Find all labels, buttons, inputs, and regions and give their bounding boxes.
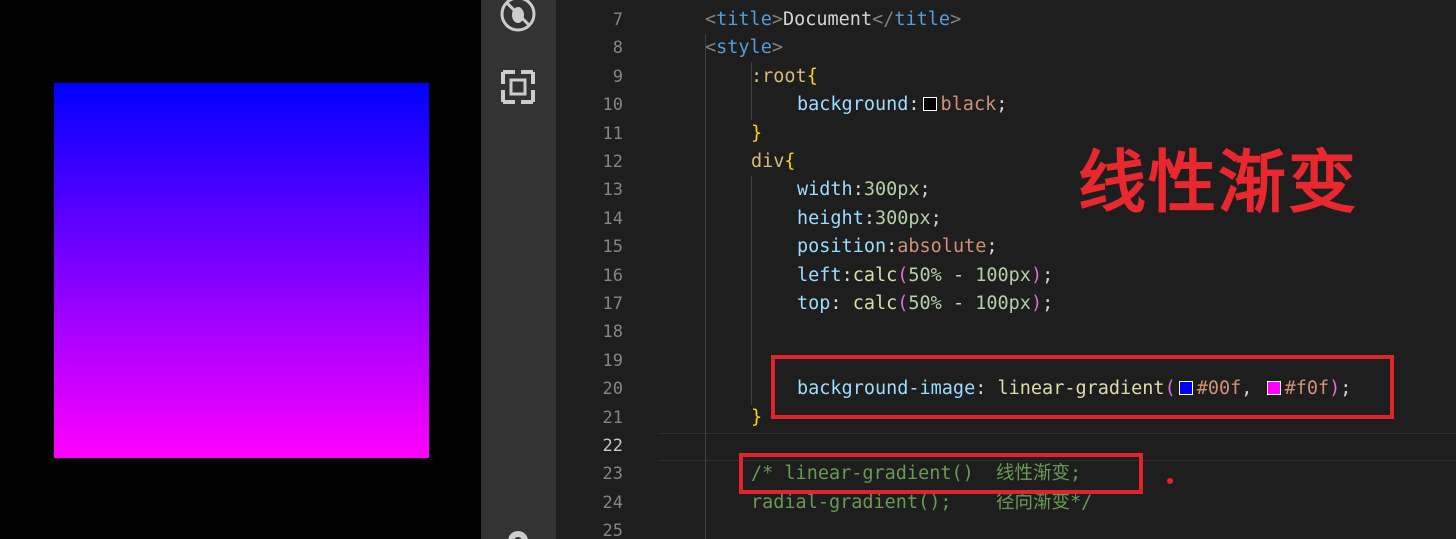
code-line[interactable]: left:calc(50% - 100px); [797, 262, 1053, 290]
no-bugs-icon[interactable] [499, 0, 537, 33]
code-token: : [863, 207, 875, 229]
code-token: title [894, 9, 951, 30]
code-token: </ [872, 9, 895, 30]
activity-bar [481, 0, 556, 539]
annotation-title: 线性渐变 [1078, 144, 1359, 223]
code-token: ; [930, 207, 942, 229]
gradient-square [54, 83, 429, 458]
code-token: absolute [897, 236, 987, 258]
code-line[interactable]: } [751, 404, 762, 432]
code-token: < [705, 9, 717, 30]
browser-preview [0, 0, 481, 539]
line-number: 8 [612, 38, 623, 59]
settings-gear-icon[interactable] [499, 522, 537, 539]
code-token: } [751, 406, 763, 428]
code-token: ; [919, 179, 931, 201]
code-token: > [950, 9, 962, 30]
indent-guide [751, 62, 752, 120]
code-token: - [941, 293, 976, 314]
code-token: 50% [908, 264, 942, 286]
code-token: background [797, 94, 909, 116]
code-token: ) [1030, 293, 1043, 314]
code-token: : [886, 236, 898, 258]
code-token: { [784, 151, 796, 172]
code-token: calc [852, 293, 898, 314]
remote-explorer-icon[interactable] [499, 68, 537, 106]
code-token: Document [782, 9, 873, 30]
code-token: style [716, 37, 772, 59]
code-token: { [806, 65, 818, 87]
code-token: ; [996, 94, 1008, 116]
code-token: left [797, 264, 842, 286]
annotation-dot [1167, 478, 1173, 484]
color-swatch[interactable] [922, 97, 937, 112]
indent-guide [751, 176, 752, 405]
code-token: - [941, 264, 976, 286]
code-token: radial-gradient(); 径向渐变*/ [751, 491, 1093, 513]
code-token: ( [897, 293, 909, 314]
line-number: 14 [602, 208, 623, 229]
line-number: 25 [602, 521, 623, 539]
line-number: 21 [602, 407, 623, 428]
code-token: ) [1030, 264, 1043, 286]
code-token: : [841, 264, 853, 286]
code-token: > [771, 37, 783, 59]
code-line[interactable]: top: calc(50% - 100px); [797, 290, 1053, 318]
code-token: : [908, 94, 920, 116]
line-number: 16 [602, 265, 623, 286]
code-line[interactable]: } [751, 120, 762, 148]
code-token: calc [852, 264, 898, 286]
code-token: black [940, 94, 997, 116]
code-line[interactable]: :root{ [751, 63, 818, 91]
code-token: 100px [975, 293, 1031, 314]
line-number: 12 [602, 152, 623, 172]
code-token: div [751, 151, 785, 172]
code-token: 300px [863, 179, 920, 201]
line-number: 22 [602, 436, 623, 456]
code-token: ; [1042, 264, 1054, 286]
code-token: top [797, 293, 831, 314]
code-token: height [797, 207, 864, 229]
line-number: 17 [602, 294, 623, 314]
code-line[interactable]: height:300px; [797, 205, 942, 233]
code-line[interactable]: <title>Document</title> [705, 6, 961, 34]
code-token: width [797, 179, 853, 201]
line-number: 13 [602, 180, 623, 201]
code-token: ( [897, 264, 909, 286]
code-token: < [705, 37, 717, 59]
code-token: : [830, 293, 853, 314]
code-token: } [751, 122, 763, 144]
code-token: > [771, 9, 783, 30]
line-number: 18 [602, 322, 623, 343]
code-token: position [797, 236, 887, 258]
code-token: ; [1042, 293, 1054, 314]
code-line[interactable]: position:absolute; [797, 233, 998, 261]
code-token: ; [986, 236, 998, 258]
code-line[interactable]: <style> [705, 34, 783, 62]
indent-guide [705, 34, 706, 539]
code-line[interactable]: background: black; [797, 91, 1007, 119]
line-number: 15 [602, 237, 623, 258]
code-token: 300px [874, 207, 931, 229]
code-token: title [716, 9, 772, 30]
line-number: 7 [612, 10, 623, 30]
code-line[interactable]: width:300px; [797, 176, 931, 204]
line-number: 11 [602, 123, 623, 144]
annotation-box-gradient-line [771, 355, 1394, 419]
code-token: 50% [908, 293, 942, 314]
code-token: 100px [975, 264, 1031, 286]
code-token: :root [751, 65, 807, 87]
code-token: : [852, 179, 864, 201]
line-number: 23 [602, 464, 623, 485]
line-number: 24 [602, 492, 623, 513]
line-number-gutter: 7 8 9 10 11 12 13 14 15 16 17 18 19 20 21 22 23 24 25 [556, 0, 659, 539]
annotation-box-comment-line [739, 453, 1143, 494]
code-line[interactable]: div{ [751, 148, 796, 176]
line-number: 10 [602, 95, 623, 116]
line-number: 9 [612, 66, 623, 87]
line-number: 19 [602, 350, 623, 371]
line-number: 20 [602, 379, 623, 400]
